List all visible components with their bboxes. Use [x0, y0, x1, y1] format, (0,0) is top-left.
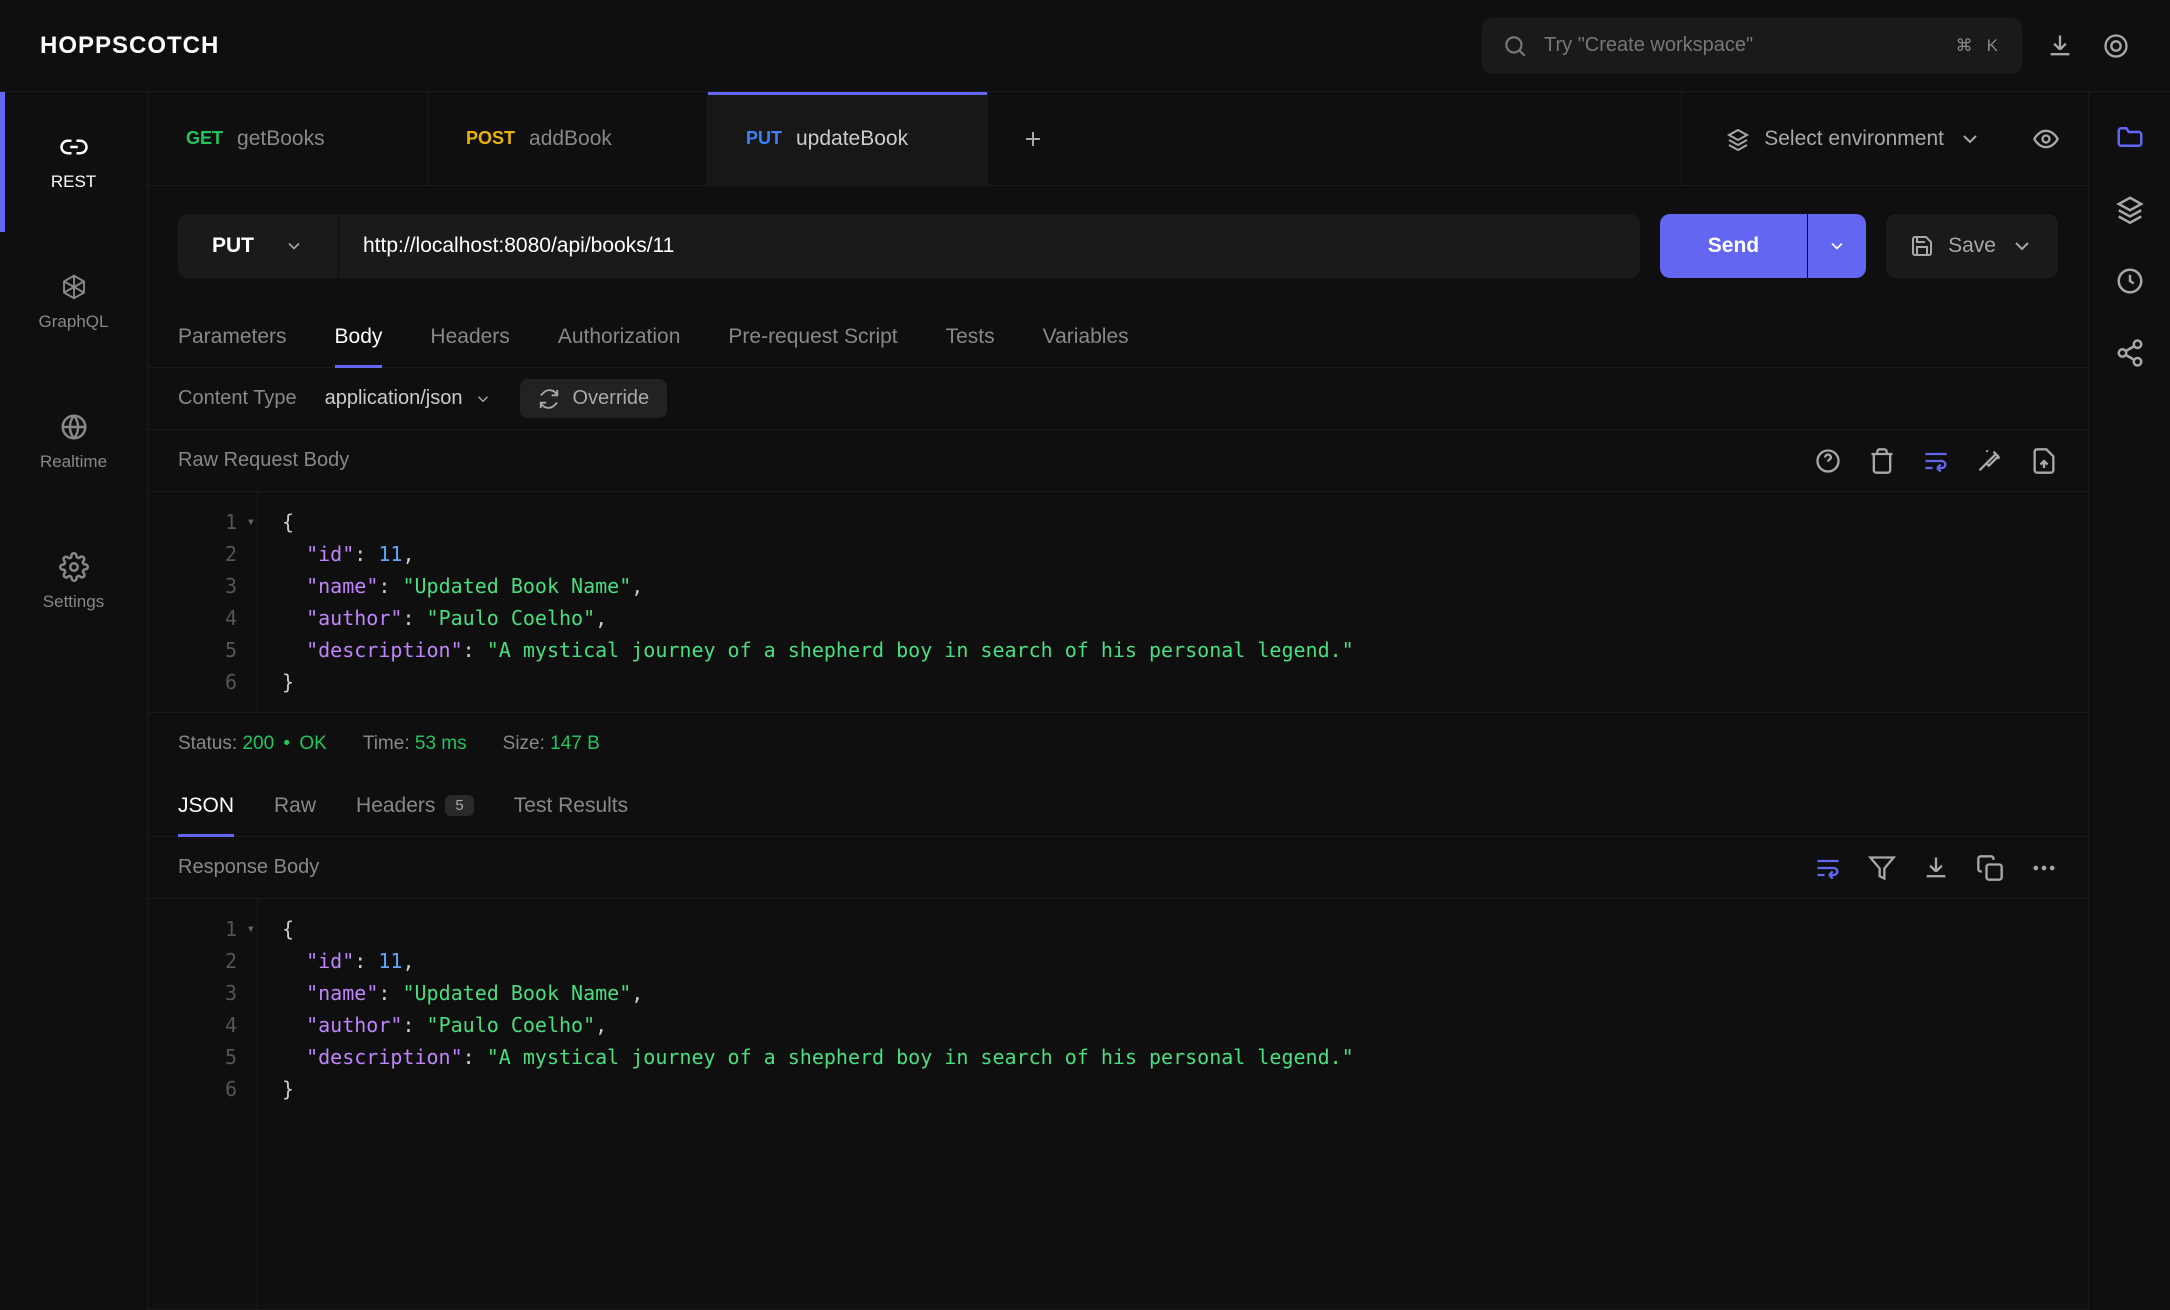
- tab-method: POST: [466, 128, 515, 149]
- method-value: PUT: [212, 234, 254, 258]
- plus-icon: [1021, 127, 1045, 151]
- add-tab-button[interactable]: [988, 92, 1078, 185]
- section-tab-tests[interactable]: Tests: [946, 306, 995, 367]
- save-icon: [1910, 234, 1934, 258]
- sidebar-item-rest[interactable]: REST: [0, 92, 147, 232]
- refresh-icon: [538, 388, 560, 410]
- section-tab-headers[interactable]: Headers: [430, 306, 509, 367]
- environment-label: Select environment: [1764, 127, 1944, 151]
- section-tab-parameters[interactable]: Parameters: [178, 306, 287, 367]
- response-body-title: Response Body: [178, 856, 319, 879]
- chevron-down-icon: [1958, 127, 1982, 151]
- save-button[interactable]: Save: [1886, 214, 2058, 278]
- raw-body-header: Raw Request Body: [148, 430, 2088, 492]
- sidebar-item-settings[interactable]: Settings: [0, 512, 147, 652]
- filter-icon[interactable]: [1868, 854, 1896, 882]
- right-sidebar: [2088, 92, 2170, 1310]
- help-icon[interactable]: [2102, 32, 2130, 60]
- request-body-editor[interactable]: 1▾ 2 3 4 5 6 { "id": 11, "name": "Update…: [148, 492, 2088, 713]
- section-tab-prerequest[interactable]: Pre-request Script: [728, 306, 897, 367]
- copy-icon[interactable]: [1976, 854, 2004, 882]
- upload-file-icon[interactable]: [2030, 447, 2058, 475]
- sidebar-item-label: Settings: [43, 592, 104, 612]
- shortcut-hint: ⌘ K: [1952, 34, 2002, 58]
- response-body-editor[interactable]: 1▾ 2 3 4 5 6 { "id": 11, "name": "Update…: [148, 899, 2088, 1310]
- content-type-row: Content Type application/json Override: [148, 368, 2088, 430]
- trash-icon[interactable]: [1868, 447, 1896, 475]
- tab-addbook[interactable]: POST addBook: [428, 92, 708, 185]
- wrap-icon[interactable]: [1922, 447, 1950, 475]
- link-icon: [59, 132, 89, 162]
- tab-name: addBook: [529, 127, 612, 151]
- magic-icon[interactable]: [1976, 447, 2004, 475]
- layers-icon: [1726, 127, 1750, 151]
- chevron-down-icon: [284, 236, 304, 256]
- search-box[interactable]: Try "Create workspace" ⌘ K: [1482, 18, 2022, 74]
- url-row: PUT http://localhost:8080/api/books/11 S…: [148, 186, 2088, 306]
- help-icon[interactable]: [1814, 447, 1842, 475]
- method-select[interactable]: PUT: [178, 214, 339, 278]
- editor-gutter: 1▾ 2 3 4 5 6: [148, 492, 258, 712]
- top-bar: HOPPSCOTCH Try "Create workspace" ⌘ K: [0, 0, 2170, 92]
- tab-name: updateBook: [796, 127, 908, 151]
- wrap-icon[interactable]: [1814, 854, 1842, 882]
- request-section-tabs: Parameters Body Headers Authorization Pr…: [148, 306, 2088, 368]
- send-dropdown[interactable]: [1808, 214, 1866, 278]
- content-type-label: Content Type: [178, 387, 297, 410]
- environment-select[interactable]: Select environment: [1710, 127, 1998, 151]
- tab-name: getBooks: [237, 127, 325, 151]
- url-input[interactable]: http://localhost:8080/api/books/11: [339, 214, 1640, 278]
- search-placeholder: Try "Create workspace": [1544, 34, 1936, 57]
- override-button[interactable]: Override: [520, 379, 667, 418]
- sidebar-item-label: REST: [51, 172, 96, 192]
- sidebar-item-label: Realtime: [40, 452, 107, 472]
- globe-icon: [59, 412, 89, 442]
- section-tab-variables[interactable]: Variables: [1043, 306, 1129, 367]
- share-icon[interactable]: [2115, 338, 2145, 368]
- chevron-down-icon: [1827, 236, 1847, 256]
- download-icon[interactable]: [1922, 854, 1950, 882]
- send-button[interactable]: Send: [1660, 214, 1807, 278]
- clock-icon[interactable]: [2115, 266, 2145, 296]
- gear-icon: [59, 552, 89, 582]
- tab-getbooks[interactable]: GET getBooks: [148, 92, 428, 185]
- response-body-header: Response Body: [148, 837, 2088, 899]
- graphql-icon: [59, 272, 89, 302]
- tab-method: GET: [186, 128, 223, 149]
- folder-icon[interactable]: [2115, 122, 2145, 152]
- sidebar-item-label: GraphQL: [39, 312, 109, 332]
- headers-count-badge: 5: [445, 795, 473, 816]
- tab-method: PUT: [746, 128, 782, 149]
- app-title: HOPPSCOTCH: [40, 32, 219, 60]
- request-tabs: GET getBooks POST addBook PUT updateBook: [148, 92, 2088, 186]
- tab-updatebook[interactable]: PUT updateBook: [708, 92, 988, 185]
- status-row: Status: 200 • OK Time: 53 ms Size: 147 B: [148, 713, 2088, 775]
- chevron-down-icon: [2010, 234, 2034, 258]
- response-tab-headers[interactable]: Headers 5: [356, 775, 474, 836]
- response-tab-json[interactable]: JSON: [178, 775, 234, 836]
- more-icon[interactable]: [2030, 854, 2058, 882]
- left-sidebar: REST GraphQL Realtime Settings: [0, 92, 148, 1310]
- download-icon[interactable]: [2046, 32, 2074, 60]
- response-tab-raw[interactable]: Raw: [274, 775, 316, 836]
- raw-body-title: Raw Request Body: [178, 449, 349, 472]
- layers-icon[interactable]: [2115, 194, 2145, 224]
- editor-gutter: 1▾ 2 3 4 5 6: [148, 899, 258, 1309]
- section-tab-authorization[interactable]: Authorization: [558, 306, 681, 367]
- editor-code: { "id": 11, "name": "Updated Book Name",…: [258, 899, 1378, 1309]
- section-tab-body[interactable]: Body: [335, 306, 383, 367]
- sidebar-item-graphql[interactable]: GraphQL: [0, 232, 147, 372]
- sidebar-item-realtime[interactable]: Realtime: [0, 372, 147, 512]
- editor-code: { "id": 11, "name": "Updated Book Name",…: [258, 492, 1378, 712]
- eye-icon[interactable]: [2032, 125, 2060, 153]
- content-type-select[interactable]: application/json: [325, 387, 493, 410]
- search-icon: [1502, 33, 1528, 59]
- chevron-down-icon: [474, 390, 492, 408]
- response-tab-testresults[interactable]: Test Results: [514, 775, 628, 836]
- response-tabs: JSON Raw Headers 5 Test Results: [148, 775, 2088, 837]
